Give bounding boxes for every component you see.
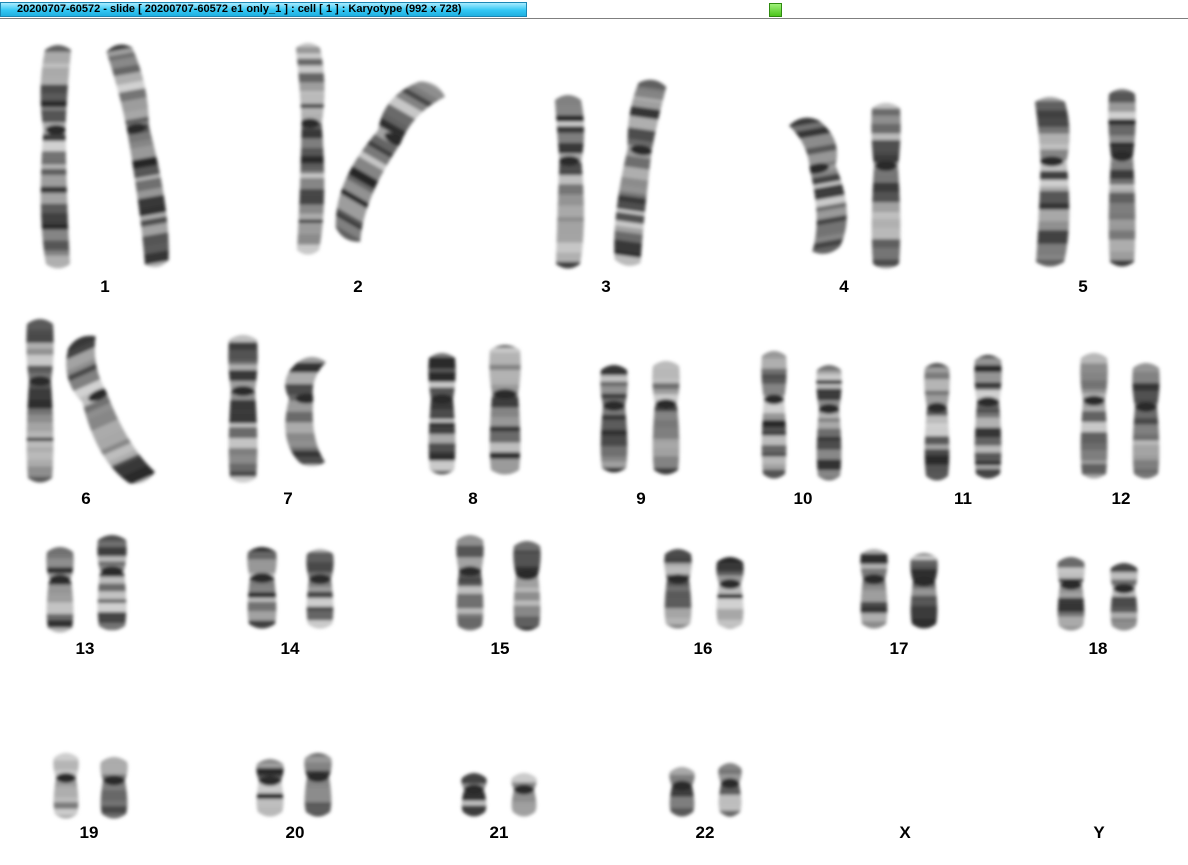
chromosome-label: 17 — [889, 639, 909, 658]
status-indicator-icon — [769, 3, 782, 17]
chromosome-image[interactable] — [105, 38, 177, 279]
chromosome-image[interactable] — [29, 40, 87, 279]
chromosome-image[interactable] — [295, 748, 341, 827]
chromosome-label: 11 — [954, 489, 972, 508]
chromosome-image[interactable] — [1099, 84, 1145, 277]
chromosome-image[interactable] — [752, 346, 796, 489]
chromosome-label: 7 — [283, 489, 293, 508]
chromosome-label: 3 — [601, 277, 611, 296]
chromosome-image[interactable] — [655, 544, 701, 639]
chromosome-image[interactable] — [447, 530, 493, 641]
chromosome-image[interactable] — [807, 360, 851, 491]
chromosome-label: 15 — [490, 639, 510, 658]
chromosome-image[interactable] — [772, 112, 858, 265]
chromosome-image[interactable] — [1123, 358, 1169, 489]
chromosome-label: 12 — [1111, 489, 1131, 508]
chromosome-label: 18 — [1088, 639, 1108, 658]
chromosome-image[interactable] — [643, 356, 689, 485]
chromosome-image[interactable] — [419, 348, 465, 485]
chromosome-label: 10 — [793, 489, 813, 508]
chromosome-image[interactable] — [480, 340, 530, 485]
chromosome-image[interactable] — [88, 530, 136, 641]
chromosome-label: X — [899, 823, 911, 842]
chromosome-image[interactable] — [1101, 558, 1147, 641]
chromosome-image[interactable] — [901, 548, 947, 639]
chromosome-image[interactable] — [297, 544, 343, 639]
chromosome-image[interactable] — [660, 762, 704, 827]
chromosome-image[interactable] — [1071, 348, 1117, 489]
window-title-bar: 20200707-60572 - slide [ 20200707-60572 … — [0, 0, 1188, 19]
chromosome-image[interactable] — [219, 330, 267, 493]
chromosome-image[interactable] — [270, 352, 354, 477]
chromosome-image[interactable] — [541, 90, 595, 279]
chromosome-image[interactable] — [502, 768, 546, 827]
chromosome-image[interactable] — [37, 542, 83, 643]
chromosome-image[interactable] — [1048, 552, 1094, 641]
chromosome-image[interactable] — [54, 326, 158, 499]
chromosome-label: 8 — [468, 489, 478, 508]
chromosome-label: 1 — [100, 277, 110, 296]
chromosome-image[interactable] — [238, 542, 286, 639]
chromosome-image[interactable] — [965, 350, 1011, 489]
chromosome-image[interactable] — [44, 748, 88, 829]
chromosome-image[interactable] — [17, 314, 63, 493]
chromosome-label: 9 — [636, 489, 646, 508]
window-title-tab[interactable]: 20200707-60572 - slide [ 20200707-60572 … — [0, 2, 527, 17]
chromosome-image[interactable] — [247, 754, 293, 827]
karyotype-panel: 1 2 3 4 5 6 7 8 9 10 11 12 13 14 15 16 17 18 19 20 21 22 X Y — [0, 19, 1188, 865]
chromosome-label: 2 — [353, 277, 363, 296]
chromosome-image[interactable] — [504, 536, 550, 641]
chromosome-image[interactable] — [319, 68, 448, 261]
chromosome-image[interactable] — [591, 360, 637, 483]
chromosome-label: 16 — [693, 639, 713, 658]
chromosome-image[interactable] — [851, 544, 897, 639]
chromosome-image[interactable] — [91, 752, 137, 829]
chromosome-label: 4 — [839, 277, 849, 296]
chromosome-image[interactable] — [608, 74, 670, 277]
chromosome-image[interactable] — [452, 768, 496, 827]
chromosome-image[interactable] — [862, 98, 910, 279]
chromosome-label: 5 — [1078, 277, 1088, 296]
chromosome-label: 14 — [280, 639, 300, 658]
chromosome-image[interactable] — [709, 758, 751, 827]
chromosome-image[interactable] — [1019, 92, 1081, 277]
chromosome-label: Y — [1093, 823, 1105, 842]
chromosome-image[interactable] — [707, 552, 753, 639]
chromosome-image[interactable] — [915, 358, 959, 491]
